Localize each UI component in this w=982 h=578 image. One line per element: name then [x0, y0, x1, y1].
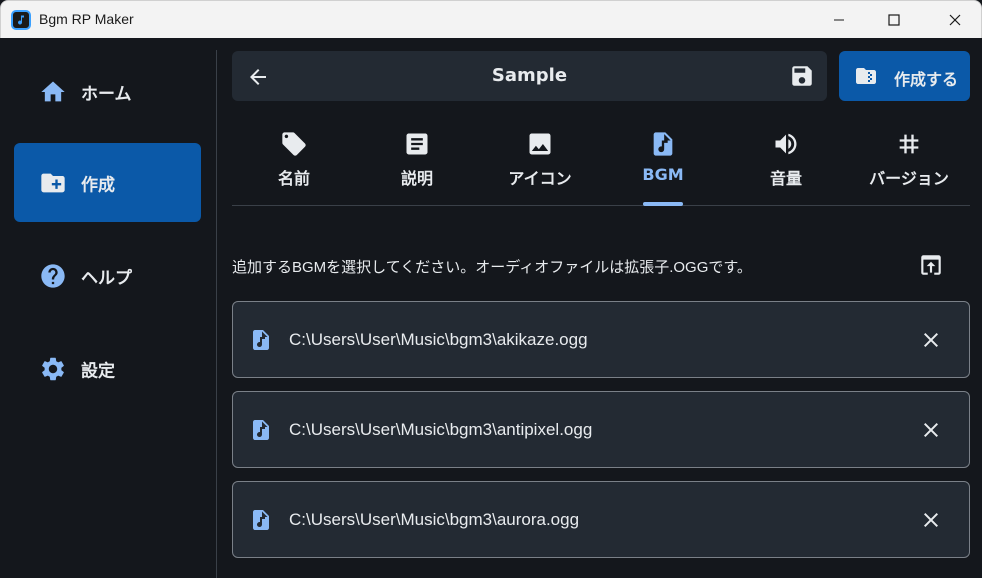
sidebar-item-settings[interactable]: 設定 — [14, 329, 201, 408]
close-icon — [924, 423, 938, 437]
tab-label: BGM — [642, 165, 684, 184]
description-icon — [403, 130, 431, 158]
folder-add-icon — [39, 169, 67, 197]
remove-file-button[interactable] — [917, 416, 945, 444]
bgm-file-path: C:\Users\User\Music\bgm3\antipixel.ogg — [289, 420, 593, 439]
bgm-file-path: C:\Users\User\Music\bgm3\akikaze.ogg — [289, 330, 588, 349]
create-button[interactable]: 作成する — [839, 51, 970, 101]
remove-file-button[interactable] — [917, 326, 945, 354]
sidebar-item-create[interactable]: 作成 — [14, 143, 201, 222]
tabs-divider — [232, 205, 970, 206]
header-bar: Sample — [232, 51, 827, 101]
sidebar-divider — [216, 50, 217, 578]
music-file-icon — [649, 130, 677, 158]
hash-icon — [895, 130, 923, 158]
sidebar-item-label: ホーム — [81, 84, 132, 104]
tab-bgm[interactable]: BGM — [613, 122, 713, 206]
upload-icon — [921, 255, 941, 275]
close-icon — [924, 333, 938, 347]
tab-icon[interactable]: アイコン — [490, 122, 590, 206]
bgm-file-item: C:\Users\User\Music\bgm3\akikaze.ogg — [232, 301, 970, 378]
bgm-file-item: C:\Users\User\Music\bgm3\aurora.ogg — [232, 481, 970, 558]
upload-button[interactable] — [916, 250, 946, 280]
tab-label: バージョン — [869, 169, 949, 188]
close-icon — [924, 513, 938, 527]
sidebar-item-label: 設定 — [81, 361, 115, 381]
save-button[interactable] — [788, 62, 816, 90]
bgm-description: 追加するBGMを選択してください。オーディオファイルは拡張子.OGGです。 — [232, 259, 752, 276]
page-title: Sample — [491, 65, 568, 86]
window-title: Bgm RP Maker — [39, 11, 134, 27]
title-bar: Bgm RP Maker — [0, 0, 982, 38]
tab-volume[interactable]: 音量 — [736, 122, 836, 206]
music-file-icon — [249, 416, 273, 444]
image-icon — [526, 130, 554, 158]
close-window-button[interactable] — [932, 1, 978, 39]
folder-zip-icon — [853, 64, 879, 88]
bgm-file-path: C:\Users\User\Music\bgm3\aurora.ogg — [289, 510, 580, 529]
music-file-icon — [249, 506, 273, 534]
bgm-file-item: C:\Users\User\Music\bgm3\antipixel.ogg — [232, 391, 970, 468]
active-tab-indicator — [643, 202, 683, 206]
tab-description[interactable]: 説明 — [367, 122, 467, 206]
tab-label: 名前 — [277, 169, 310, 188]
sidebar-item-help[interactable]: ヘルプ — [14, 236, 201, 315]
app-icon — [11, 10, 31, 30]
minimize-button[interactable] — [816, 1, 862, 39]
tab-label: アイコン — [508, 169, 572, 188]
maximize-button[interactable] — [871, 1, 917, 39]
remove-file-button[interactable] — [917, 506, 945, 534]
save-icon — [792, 66, 812, 86]
volume-icon — [772, 130, 800, 158]
sidebar-item-home[interactable]: ホーム — [14, 52, 201, 131]
sidebar-item-label: ヘルプ — [81, 268, 132, 288]
tab-name[interactable]: 名前 — [244, 122, 344, 206]
help-icon — [39, 262, 67, 290]
sidebar-item-label: 作成 — [81, 175, 115, 195]
music-file-icon — [249, 326, 273, 354]
tab-label: 音量 — [769, 169, 802, 188]
home-icon — [39, 78, 67, 106]
gear-icon — [39, 355, 67, 383]
tag-icon — [280, 130, 308, 158]
tab-label: 説明 — [400, 169, 433, 188]
tab-version[interactable]: バージョン — [859, 122, 959, 206]
create-button-label: 作成する — [894, 70, 959, 89]
